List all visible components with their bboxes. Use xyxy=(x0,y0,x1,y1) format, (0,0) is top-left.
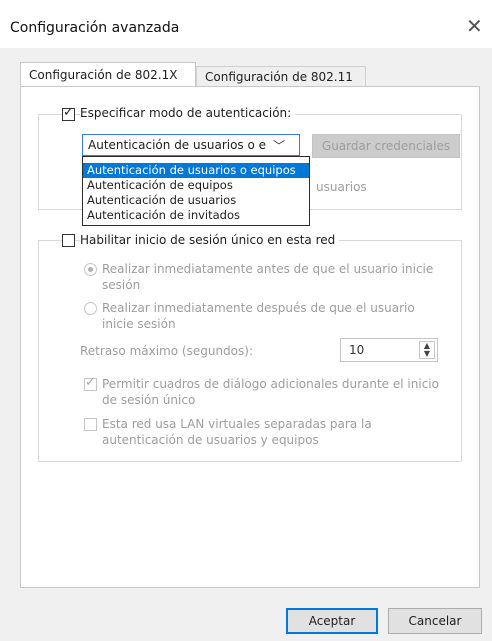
enable-sso-checkbox[interactable] xyxy=(62,234,75,247)
radio-after-logon xyxy=(84,302,97,315)
max-delay-value: 10 xyxy=(349,343,365,357)
advanced-settings-dialog: Configuración avanzada ✕ Configuración d… xyxy=(0,0,492,641)
radio-before-logon-label: Realizar inmediatamente antes de que el … xyxy=(102,262,434,292)
cancel-button[interactable]: Cancelar xyxy=(388,608,482,634)
title-bar: Configuración avanzada ✕ xyxy=(0,0,492,48)
auth-mode-dropdown-list: Autenticación de usuarios o equipos Aute… xyxy=(82,156,310,226)
partially-hidden-text: usuarios xyxy=(316,180,367,194)
enable-sso-label: Habilitar inicio de sesión único en esta… xyxy=(80,233,340,247)
allow-extra-dialogs-checkbox xyxy=(84,375,97,391)
tab-80211[interactable]: Configuración de 802.11 xyxy=(196,66,366,86)
max-delay-label: Retraso máximo (segundos): xyxy=(80,344,253,358)
dialog-title: Configuración avanzada xyxy=(10,20,180,36)
auth-option-guests[interactable]: Autenticación de invitados xyxy=(83,208,309,223)
close-icon[interactable]: ✕ xyxy=(466,16,483,36)
ok-button[interactable]: Aceptar xyxy=(286,608,378,634)
radio-after-logon-label: Realizar inmediatamente después de que e… xyxy=(102,301,415,331)
spinner-arrows-icon[interactable]: ▲ ▼ xyxy=(419,341,435,359)
auth-option-users[interactable]: Autenticación de usuarios xyxy=(83,193,309,208)
separate-vlan-checkbox xyxy=(84,418,97,431)
tab-8021x[interactable]: Configuración de 802.1X xyxy=(20,62,196,86)
radio-before-logon xyxy=(84,263,97,276)
specify-auth-mode-checkbox[interactable] xyxy=(62,105,75,121)
auth-option-users-or-computers[interactable]: Autenticación de usuarios o equipos xyxy=(83,163,309,178)
auth-mode-select[interactable]: Autenticación de usuarios o e ﹀ xyxy=(82,134,300,156)
save-credentials-button[interactable]: Guardar credenciales xyxy=(312,134,460,158)
auth-option-computers[interactable]: Autenticación de equipos xyxy=(83,178,309,193)
allow-extra-dialogs-label: Permitir cuadros de diálogo adicionales … xyxy=(102,377,439,407)
chevron-down-icon: ﹀ xyxy=(273,139,286,153)
specify-auth-mode-label: Especificar modo de autenticación: xyxy=(80,106,296,120)
separate-vlan-label: Esta red usa LAN virtuales separadas par… xyxy=(102,417,372,447)
auth-mode-select-value: Autenticación de usuarios o e xyxy=(88,138,267,152)
max-delay-spinner[interactable]: 10 ▲ ▼ xyxy=(340,338,438,362)
